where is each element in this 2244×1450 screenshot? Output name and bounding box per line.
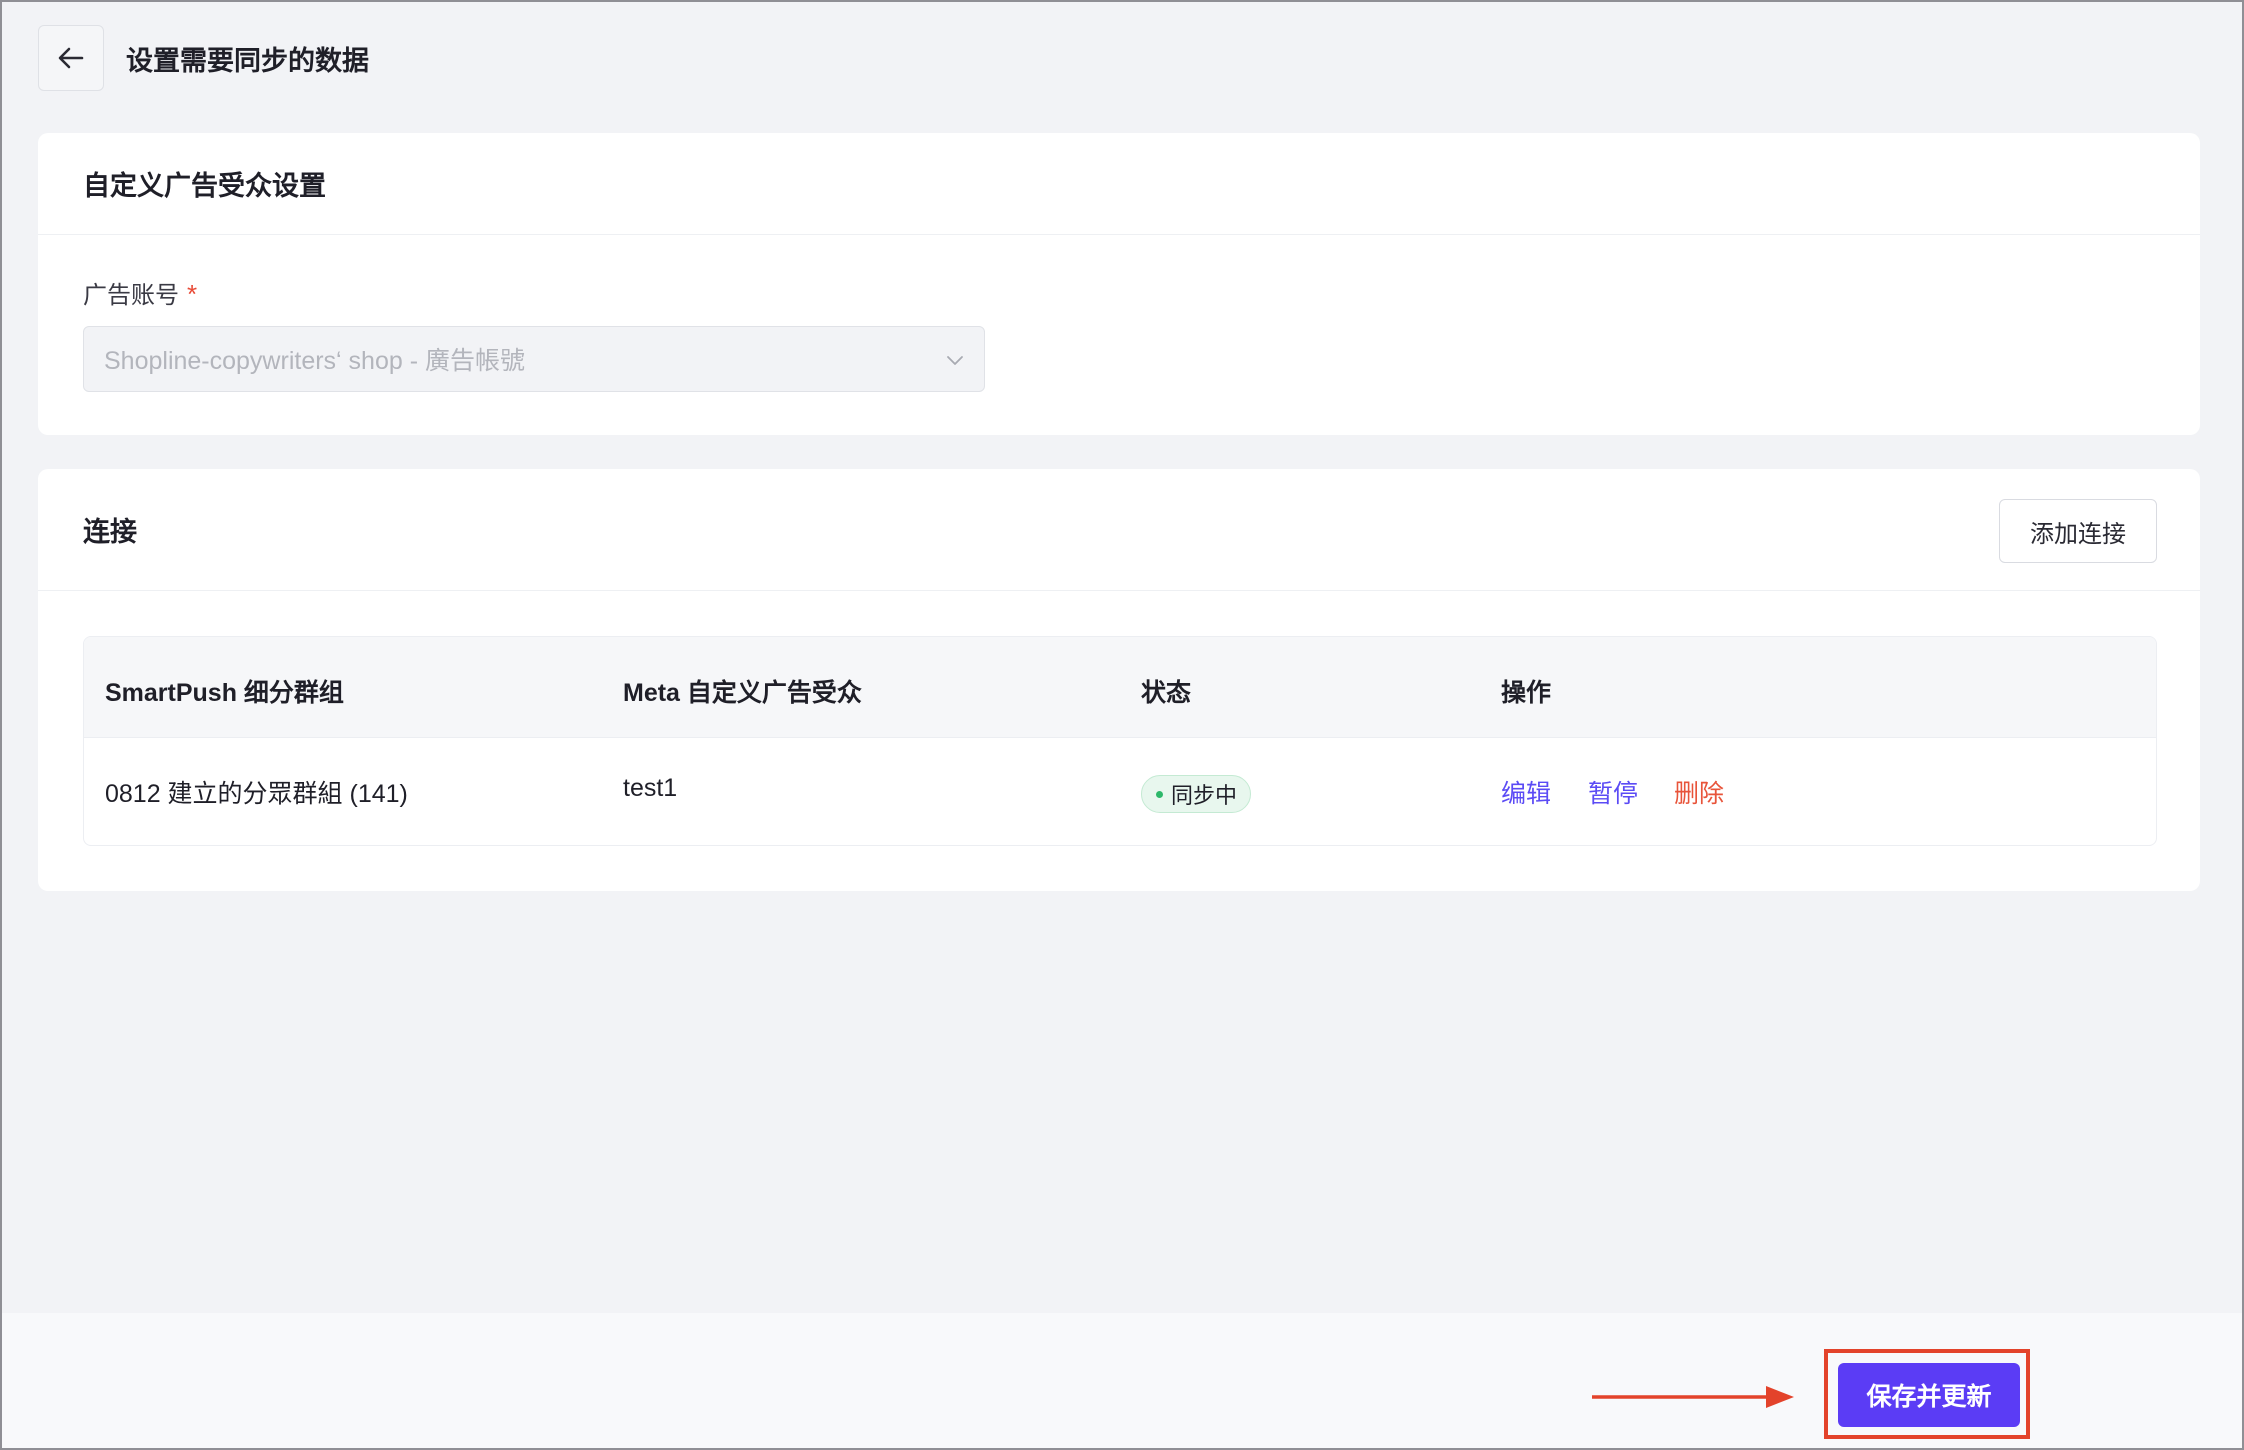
ad-account-select[interactable]: Shopline-copywriters‘ shop - 廣告帳號 — [83, 326, 985, 392]
card-header: 自定义广告受众设置 — [38, 133, 2200, 235]
column-header-segment: SmartPush 细分群组 — [105, 679, 344, 707]
page-title: 设置需要同步的数据 — [126, 45, 369, 76]
table-header: SmartPush 细分群组 Meta 自定义广告受众 状态 操作 — [84, 637, 2156, 738]
edit-link[interactable]: 编辑 — [1501, 774, 1551, 810]
status-text: 同步中 — [1171, 783, 1238, 808]
column-header-status: 状态 — [1141, 679, 1192, 707]
required-mark: * — [187, 279, 198, 309]
arrow-left-icon — [58, 47, 84, 69]
footer-bar: 保存并更新 — [2, 1313, 2242, 1448]
segment-cell: 0812 建立的分眾群組 (141) — [105, 780, 408, 808]
status-badge: 同步中 — [1141, 775, 1251, 813]
column-header-audience: Meta 自定义广告受众 — [623, 679, 862, 707]
ad-account-label: 广告账号 * — [83, 275, 197, 310]
connections-card: 连接 添加连接 SmartPush 细分群组 Meta 自定义广告受众 状态 操… — [38, 469, 2200, 891]
audience-settings-card: 自定义广告受众设置 广告账号 * Shopline-copywriters‘ sh… — [38, 133, 2200, 435]
column-header-actions: 操作 — [1501, 679, 1552, 707]
card-title: 连接 — [83, 517, 137, 547]
connections-table: SmartPush 细分群组 Meta 自定义广告受众 状态 操作 0812 建… — [83, 636, 2157, 846]
save-and-update-button[interactable]: 保存并更新 — [1838, 1363, 2020, 1427]
ad-account-value: Shopline-copywriters‘ shop - 廣告帳號 — [104, 347, 525, 375]
app-frame: 设置需要同步的数据 自定义广告受众设置 广告账号 * Shopline-copyw… — [2, 2, 2242, 1448]
back-button[interactable] — [38, 25, 104, 91]
annotation-arrow-icon — [1592, 1386, 1794, 1408]
add-connection-button[interactable]: 添加连接 — [1999, 499, 2157, 563]
table-row: 0812 建立的分眾群組 (141) test1 同步中 编辑 暂停 删除 — [84, 738, 2156, 845]
page-header: 设置需要同步的数据 — [38, 25, 369, 91]
audience-cell: test1 — [623, 774, 678, 802]
card-title: 自定义广告受众设置 — [83, 171, 326, 201]
ad-account-label-text: 广告账号 — [83, 282, 179, 309]
chevron-down-icon — [947, 356, 963, 365]
card-header: 连接 添加连接 — [38, 469, 2200, 591]
delete-link[interactable]: 删除 — [1674, 774, 1724, 810]
status-dot-icon — [1156, 790, 1163, 798]
pause-link[interactable]: 暂停 — [1588, 774, 1638, 810]
